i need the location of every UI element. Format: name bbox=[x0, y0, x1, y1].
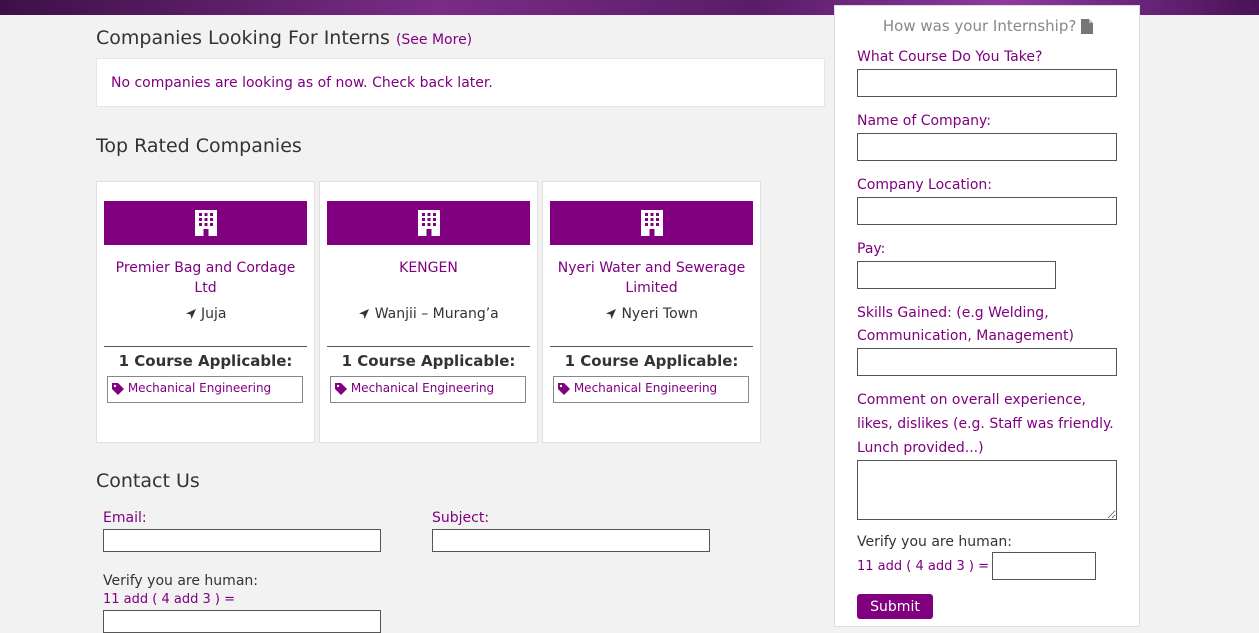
card-banner bbox=[550, 201, 753, 245]
card-divider bbox=[104, 346, 307, 347]
card-banner bbox=[327, 201, 530, 245]
form-title-text: How was your Internship? bbox=[882, 17, 1077, 35]
subject-input[interactable] bbox=[432, 529, 710, 552]
company-name-link[interactable]: Premier Bag and Cordage Ltd bbox=[103, 258, 308, 298]
skills-input[interactable] bbox=[857, 348, 1117, 376]
captcha-row: 11 add ( 4 add 3 ) = bbox=[857, 552, 1096, 580]
tag-icon bbox=[558, 382, 570, 395]
company-input[interactable] bbox=[857, 133, 1117, 161]
location-text: Nyeri Town bbox=[621, 306, 698, 322]
company-field-group: Name of Company: bbox=[857, 110, 1117, 161]
company-card[interactable]: Nyeri Water and Sewerage Limited Nyeri T… bbox=[542, 181, 761, 443]
document-icon bbox=[1081, 19, 1094, 34]
company-label: Name of Company: bbox=[857, 113, 991, 129]
verify-label: Verify you are human: bbox=[103, 573, 258, 589]
contact-title: Contact Us bbox=[96, 470, 200, 492]
company-card[interactable]: KENGEN Wanjii – Murang’a 1 Course Applic… bbox=[319, 181, 538, 443]
company-name-link[interactable]: KENGEN bbox=[326, 258, 531, 278]
location-input[interactable] bbox=[857, 197, 1117, 225]
skills-label: Skills Gained: (e.g Welding, Communicati… bbox=[857, 305, 1074, 344]
company-name-link[interactable]: Nyeri Water and Sewerage Limited bbox=[549, 258, 754, 298]
sidebar-verify-group: Verify you are human: 11 add ( 4 add 3 )… bbox=[857, 534, 1096, 580]
subject-label: Subject: bbox=[432, 510, 490, 526]
form-title: How was your Internship? bbox=[835, 17, 1141, 35]
pay-input[interactable] bbox=[857, 261, 1056, 289]
top-rated-title: Top Rated Companies bbox=[96, 135, 302, 157]
company-location: Wanjii – Murang’a bbox=[326, 306, 531, 322]
pay-label: Pay: bbox=[857, 241, 886, 257]
courses-applicable-title: 1 Course Applicable: bbox=[564, 352, 739, 370]
subject-field-group: Subject: bbox=[432, 510, 710, 552]
email-input[interactable] bbox=[103, 529, 381, 552]
see-more-link[interactable]: (See More) bbox=[396, 32, 472, 48]
card-banner bbox=[104, 201, 307, 245]
courses-applicable-title: 1 Course Applicable: bbox=[341, 352, 516, 370]
captcha-input[interactable] bbox=[992, 552, 1096, 580]
no-companies-notice: No companies are looking as of now. Chec… bbox=[96, 58, 825, 107]
pay-field-group: Pay: bbox=[857, 238, 1056, 289]
course-field-group: What Course Do You Take? bbox=[857, 46, 1117, 97]
course-label: What Course Do You Take? bbox=[857, 49, 1043, 65]
company-location: Juja bbox=[103, 306, 308, 322]
course-input[interactable] bbox=[857, 69, 1117, 97]
building-icon bbox=[194, 210, 217, 236]
tag-icon bbox=[335, 382, 347, 395]
captcha-input[interactable] bbox=[103, 610, 381, 633]
skills-field-group: Skills Gained: (e.g Welding, Communicati… bbox=[857, 302, 1119, 376]
location-label: Company Location: bbox=[857, 177, 992, 193]
captcha-question: 11 add ( 4 add 3 ) = bbox=[857, 558, 989, 574]
location-arrow-icon bbox=[185, 309, 196, 319]
tag-icon bbox=[112, 382, 124, 395]
location-text: Wanjii – Murang’a bbox=[374, 306, 499, 322]
card-divider bbox=[327, 346, 530, 347]
building-icon bbox=[640, 210, 663, 236]
email-field-group: Email: bbox=[103, 510, 381, 552]
interns-title: Companies Looking For Interns bbox=[96, 27, 390, 49]
email-label: Email: bbox=[103, 510, 147, 526]
courses-applicable-title: 1 Course Applicable: bbox=[118, 352, 293, 370]
submit-button[interactable]: Submit bbox=[857, 594, 933, 619]
contact-verify-group: Verify you are human: 11 add ( 4 add 3 )… bbox=[103, 573, 381, 633]
company-location: Nyeri Town bbox=[549, 306, 754, 322]
internship-review-form: How was your Internship? What Course Do … bbox=[834, 5, 1140, 627]
interns-section-title: Companies Looking For Interns (See More) bbox=[96, 27, 472, 49]
verify-label: Verify you are human: bbox=[857, 534, 1012, 550]
building-icon bbox=[417, 210, 440, 236]
course-tag[interactable]: Mechanical Engineering bbox=[107, 376, 303, 403]
comment-label: Comment on overall experience, likes, di… bbox=[857, 392, 1114, 456]
captcha-question: 11 add ( 4 add 3 ) = bbox=[103, 592, 235, 607]
location-text: Juja bbox=[200, 306, 227, 322]
card-divider bbox=[550, 346, 753, 347]
company-card[interactable]: Premier Bag and Cordage Ltd Juja 1 Cours… bbox=[96, 181, 315, 443]
comment-textarea[interactable] bbox=[857, 460, 1117, 520]
location-field-group: Company Location: bbox=[857, 174, 1117, 225]
location-arrow-icon bbox=[606, 309, 616, 319]
comment-field-group: Comment on overall experience, likes, di… bbox=[857, 388, 1119, 520]
course-tag[interactable]: Mechanical Engineering bbox=[330, 376, 526, 403]
location-arrow-icon bbox=[359, 309, 370, 319]
course-name: Mechanical Engineering bbox=[350, 381, 495, 395]
course-name: Mechanical Engineering bbox=[573, 381, 718, 395]
course-name: Mechanical Engineering bbox=[127, 381, 272, 395]
course-tag[interactable]: Mechanical Engineering bbox=[553, 376, 749, 403]
